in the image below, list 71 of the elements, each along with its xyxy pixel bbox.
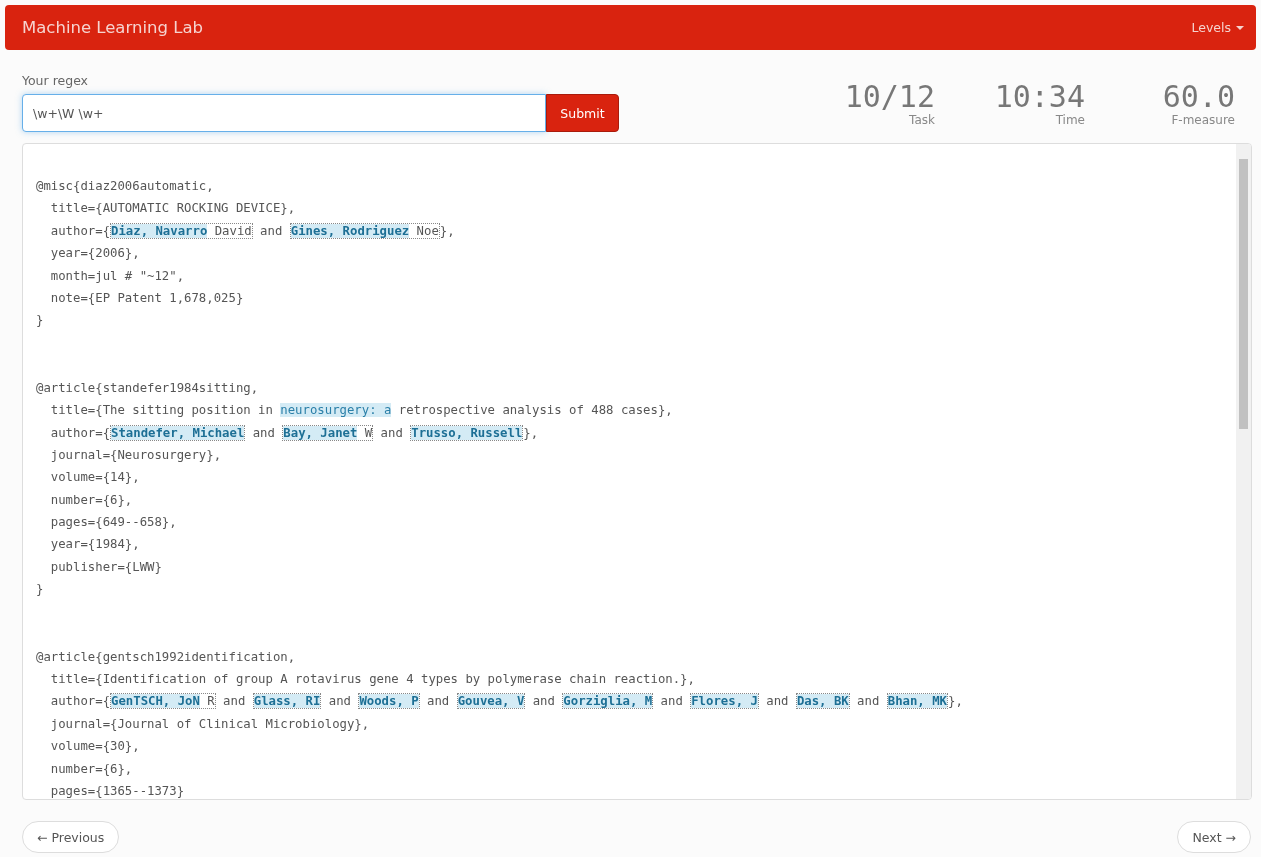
- highlighted-match: neurosurgery: a: [280, 403, 392, 418]
- regex-input[interactable]: \w+\W \w+: [22, 94, 546, 132]
- code-text: and: [327, 694, 352, 709]
- code-text: and: [426, 694, 451, 709]
- code-text: month=jul # "~12",: [49, 268, 185, 283]
- code-text: and: [659, 694, 684, 709]
- highlighted-match: Diaz, Navarro: [111, 223, 208, 238]
- next-button[interactable]: Next →: [1177, 821, 1251, 853]
- code-text: title={Identification of group A rotavirus gene 4 types by polymerase chain reaction.},: [49, 672, 695, 687]
- code-text: and: [531, 694, 556, 709]
- code-text: author={: [49, 223, 111, 238]
- stat-label: Task: [909, 113, 935, 127]
- highlighted-match: Gouvea, V: [457, 694, 525, 709]
- highlighted-match: Bhan, MK: [887, 694, 947, 709]
- stat-value: 60.0: [1162, 81, 1235, 113]
- code-text: },: [523, 425, 539, 440]
- code-text: pages={1365--1373}: [49, 784, 185, 798]
- previous-button[interactable]: ← Previous: [22, 821, 120, 853]
- regex-label: Your regex: [22, 73, 89, 88]
- code-text: volume={30},: [49, 739, 140, 754]
- code-text: title={The sitting position in: [49, 403, 274, 418]
- code-text: @article{standefer1984sitting,: [36, 380, 259, 395]
- code-text: number={6},: [49, 492, 133, 507]
- highlighted-match: Bay, Janet: [283, 425, 358, 440]
- highlighted-match: Gines, Rodriguez: [290, 223, 410, 238]
- stat-label: Time: [1055, 113, 1085, 127]
- highlighted-match: Das, BK: [796, 694, 849, 709]
- code-text: W: [363, 425, 373, 440]
- code-text: author={: [49, 694, 111, 709]
- code-text: and: [251, 425, 276, 440]
- highlighted-match: Standefer, Michael: [111, 425, 245, 440]
- code-text: },: [439, 223, 455, 238]
- code-text: Noe: [415, 223, 439, 238]
- highlighted-match: Gorziglia, M: [563, 694, 653, 709]
- code-text: }: [36, 313, 44, 328]
- scrollbar[interactable]: [1236, 144, 1251, 799]
- code-text: year={2006},: [49, 246, 140, 261]
- stat-value: 10:34: [994, 81, 1085, 113]
- code-text: pages={649--658},: [49, 515, 177, 530]
- code-text: note={EP Patent 1,678,025}: [49, 290, 244, 305]
- highlighted-match: Flores, J: [691, 694, 758, 709]
- code-text: and: [222, 694, 247, 709]
- code-text: @article{gentsch1992identification,: [36, 649, 296, 664]
- highlighted-match: Glass, RI: [253, 694, 321, 709]
- code-text: number={6},: [49, 761, 133, 776]
- code-text: journal={Journal of Clinical Microbiology},: [49, 716, 370, 731]
- code-text: journal={Neurosurgery},: [49, 447, 222, 462]
- code-text: @misc{diaz2006automatic,: [36, 179, 214, 193]
- stat-value: 10/12: [844, 81, 935, 113]
- code-text: },: [948, 694, 963, 709]
- highlighted-match: Woods, P: [359, 694, 419, 709]
- code-text: title={AUTOMATIC ROCKING DEVICE},: [49, 201, 296, 216]
- code-text: volume={14},: [49, 470, 140, 485]
- highlighted-match: Trusso, Russell: [411, 425, 523, 440]
- code-text: retrospective analysis of 488 cases},: [397, 403, 673, 418]
- submit-button[interactable]: Submit: [546, 94, 619, 132]
- stat-label: F-measure: [1171, 113, 1235, 127]
- code-text: R: [206, 694, 215, 709]
- code-text: author={: [49, 425, 111, 440]
- code-text: and: [379, 425, 404, 440]
- code-text: and: [856, 694, 881, 709]
- code-text: and: [765, 694, 790, 709]
- levels-menu[interactable]: Levels: [1191, 20, 1244, 35]
- code-text: year={1984},: [49, 537, 140, 552]
- brand-title[interactable]: Machine Learning Lab: [22, 18, 203, 37]
- code-text: David: [213, 223, 252, 238]
- caret-icon: [1236, 25, 1244, 30]
- highlighted-match: GenTSCH, JoN: [111, 694, 200, 709]
- code-text: }: [36, 582, 44, 597]
- code-text: and: [259, 223, 284, 238]
- code-text: publisher={LWW}: [49, 559, 162, 574]
